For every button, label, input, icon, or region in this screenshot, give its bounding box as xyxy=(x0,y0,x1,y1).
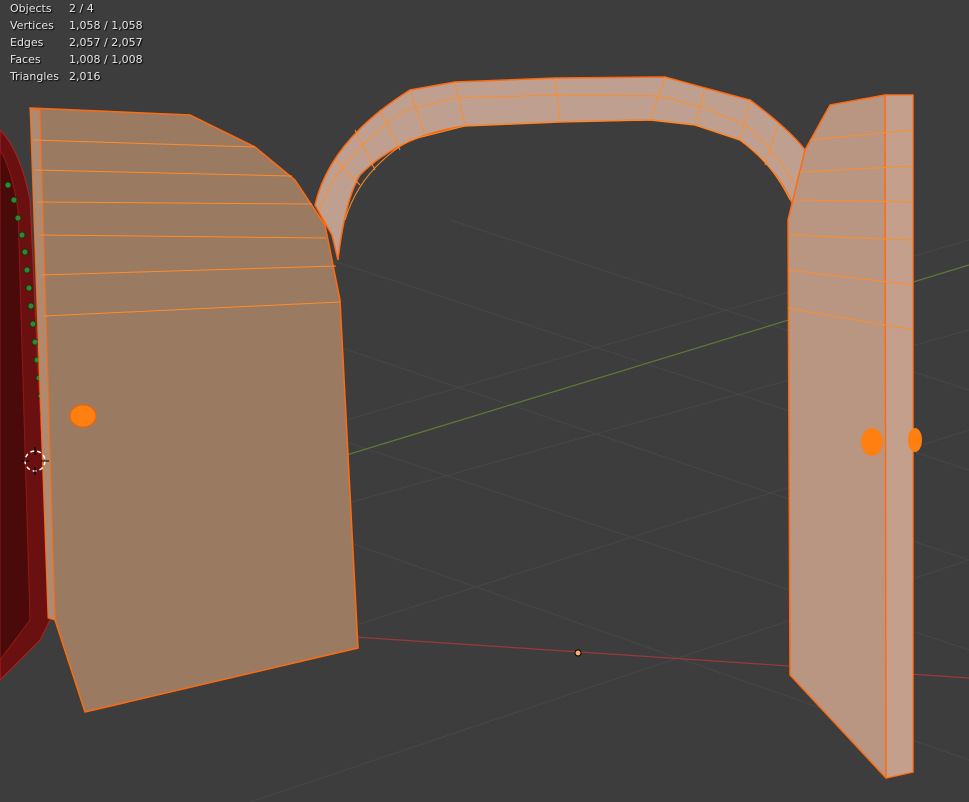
stat-triangles: Triangles 2,016 xyxy=(10,70,101,83)
left-door-mesh[interactable] xyxy=(29,107,359,713)
viewport-canvas[interactable] xyxy=(0,0,969,802)
right-door-handle-back[interactable] xyxy=(908,428,922,452)
right-door-handle[interactable] xyxy=(861,428,883,456)
right-door-mesh[interactable] xyxy=(787,94,922,779)
stat-vertices: Vertices 1,058 / 1,058 xyxy=(10,19,143,32)
3d-viewport[interactable]: Objects 2 / 4 Vertices 1,058 / 1,058 Edg… xyxy=(0,0,969,802)
origin-point-icon[interactable] xyxy=(574,649,582,657)
stat-faces: Faces 1,008 / 1,008 xyxy=(10,53,143,66)
arch-mesh[interactable] xyxy=(314,76,806,261)
stat-edges: Edges 2,057 / 2,057 xyxy=(10,36,143,49)
stat-objects: Objects 2 / 4 xyxy=(10,2,94,15)
left-door-handle[interactable] xyxy=(69,404,97,428)
viewport-statistics-overlay: Objects 2 / 4 Vertices 1,058 / 1,058 Edg… xyxy=(10,0,143,85)
